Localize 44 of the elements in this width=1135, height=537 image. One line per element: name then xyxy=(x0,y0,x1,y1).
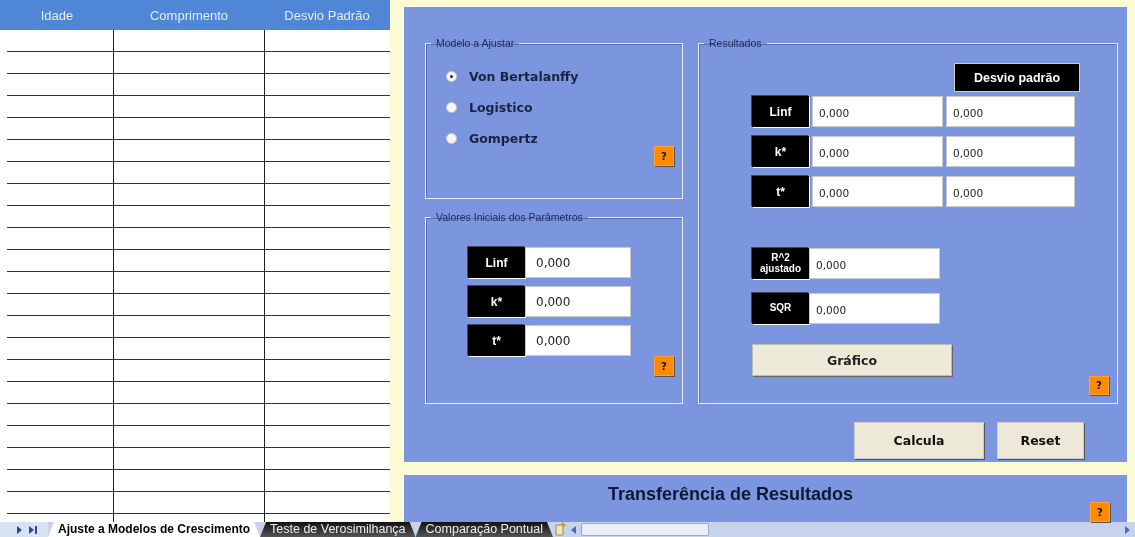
column-header: Idade xyxy=(39,6,75,25)
parameter-label: t* xyxy=(752,176,809,207)
deviation-field[interactable]: 0,000 xyxy=(946,136,1075,167)
sheet-tab[interactable]: Ajuste a Modelos de Crescimento xyxy=(48,522,261,537)
value-field[interactable]: 0,000 xyxy=(812,96,943,127)
help-button[interactable]: ? xyxy=(654,356,674,376)
sheet-tab[interactable]: Teste de Verosimilhança xyxy=(260,522,416,537)
parameter-label: Linf xyxy=(752,96,809,127)
scroll-left-icon[interactable] xyxy=(571,525,577,534)
last-sheet-icon[interactable] xyxy=(29,525,38,534)
parameter-label: Linf xyxy=(468,247,525,278)
radio-option[interactable]: Von Bertalanffy xyxy=(446,69,579,84)
parameter-field[interactable]: 0,000 xyxy=(525,247,631,278)
radio-option[interactable]: Gompertz xyxy=(446,131,538,146)
parameter-label: t* xyxy=(468,325,525,356)
sheet-tab[interactable]: Comparação Pontual xyxy=(415,522,553,537)
scroll-right-icon[interactable] xyxy=(1125,525,1131,534)
column-header: Desvio padrão xyxy=(954,63,1080,92)
parameter-label: k* xyxy=(468,286,525,317)
panel-title: Transferência de Resultados xyxy=(607,484,854,506)
action-button[interactable]: Calcula xyxy=(854,422,984,459)
help-button[interactable]: ? xyxy=(1090,502,1110,522)
column-header: Desvio Padrão xyxy=(283,6,371,25)
parameter-label: k* xyxy=(752,136,809,167)
parameter-field[interactable]: 0,000 xyxy=(525,286,631,317)
help-button[interactable]: ? xyxy=(1089,376,1109,395)
help-button[interactable]: ? xyxy=(654,146,674,166)
value-field[interactable]: 0,000 xyxy=(812,176,943,207)
statistic-label: R^2 ajustado xyxy=(752,248,809,279)
parameter-field[interactable]: 0,000 xyxy=(525,325,631,356)
column-header: Comprimento xyxy=(149,6,229,25)
statistic-label: SQR xyxy=(752,293,809,324)
deviation-field[interactable]: 0,000 xyxy=(946,176,1075,207)
group-legend: Modelo a Ajustar xyxy=(431,37,520,49)
value-field[interactable]: 0,000 xyxy=(809,293,940,324)
graph-button[interactable]: Gráfico xyxy=(752,344,952,376)
radio-option[interactable]: Logistico xyxy=(446,100,533,115)
value-field[interactable]: 0,000 xyxy=(812,136,943,167)
group-legend: Valores Iniciais dos Parâmetros xyxy=(431,211,588,223)
value-field[interactable]: 0,000 xyxy=(809,248,940,279)
action-button[interactable]: Reset xyxy=(997,422,1084,459)
group-legend: Resultados xyxy=(704,37,767,49)
next-sheet-icon[interactable] xyxy=(16,525,23,534)
deviation-field[interactable]: 0,000 xyxy=(946,96,1075,127)
